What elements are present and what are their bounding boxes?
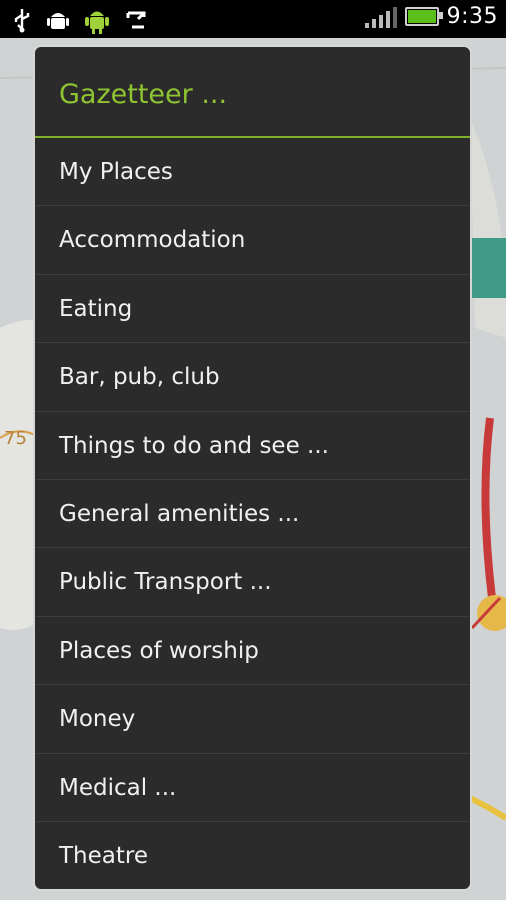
android-debug-icon <box>46 7 70 37</box>
signal-icon <box>364 6 397 28</box>
menu-item-general-amenities[interactable]: General amenities ... <box>35 480 470 549</box>
dialog-title: Gazetteer ... <box>35 47 470 138</box>
gazetteer-dialog: Gazetteer ... My Places Accommodation Ea… <box>33 45 472 891</box>
menu-item-places-of-worship[interactable]: Places of worship <box>35 617 470 686</box>
menu-item-bar-pub-club[interactable]: Bar, pub, club <box>35 343 470 412</box>
menu-item-theatre[interactable]: Theatre <box>35 822 470 889</box>
usb-icon <box>12 7 32 37</box>
menu-item-accommodation[interactable]: Accommodation <box>35 206 470 275</box>
menu-item-money[interactable]: Money <box>35 685 470 754</box>
menu-item-public-transport[interactable]: Public Transport ... <box>35 548 470 617</box>
menu-item-my-places[interactable]: My Places <box>35 138 470 207</box>
status-time: 9:35 <box>446 4 498 29</box>
battery-icon <box>404 7 443 26</box>
android-icon <box>84 5 110 39</box>
menu-item-medical[interactable]: Medical ... <box>35 754 470 822</box>
sync-icon <box>124 8 148 36</box>
status-bar: 9:35 <box>0 0 506 38</box>
menu-item-things-to-do[interactable]: Things to do and see ... <box>35 412 470 480</box>
map-road-label: 75 <box>4 428 27 449</box>
gazetteer-menu: My Places Accommodation Eating Bar, pub,… <box>35 138 470 889</box>
menu-item-eating[interactable]: Eating <box>35 275 470 344</box>
